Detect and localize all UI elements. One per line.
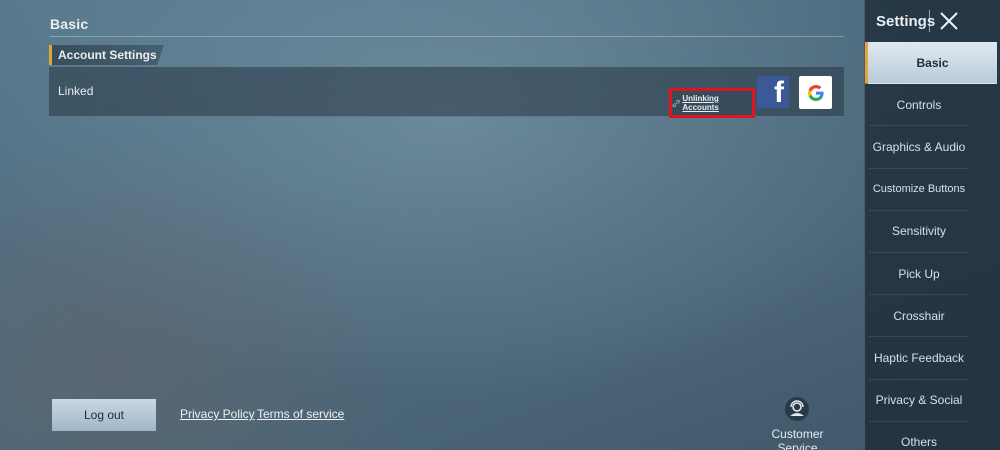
sidebar-nav: Basic Controls Graphics & Audio Customiz…	[865, 42, 1000, 450]
link-icon	[672, 99, 680, 107]
customer-service-label[interactable]: Customer Service	[750, 427, 845, 450]
google-icon[interactable]	[799, 76, 832, 109]
facebook-icon[interactable]: f	[757, 76, 789, 108]
sidebar-item-sensitivity[interactable]: Sensitivity	[869, 211, 969, 253]
sidebar-item-pick-up[interactable]: Pick Up	[869, 253, 969, 296]
privacy-policy-link[interactable]: Privacy Policy	[180, 407, 255, 421]
section-title: Basic	[50, 16, 89, 32]
sidebar-item-others[interactable]: Others	[869, 422, 969, 450]
sidebar-item-customize-buttons[interactable]: Customize Buttons	[869, 169, 969, 211]
close-icon[interactable]	[938, 10, 960, 32]
account-settings-header: Account Settings	[49, 45, 164, 65]
unlink-accounts-label: Unlinking Accounts	[682, 94, 719, 112]
settings-sidebar: Settings Basic Controls Graphics & Audio…	[864, 0, 1000, 450]
sidebar-item-privacy-social[interactable]: Privacy & Social	[869, 380, 969, 422]
sidebar-item-crosshair[interactable]: Crosshair	[869, 295, 969, 338]
section-divider	[50, 36, 844, 37]
sidebar-item-haptic-feedback[interactable]: Haptic Feedback	[869, 337, 969, 380]
logout-button[interactable]: Log out	[52, 399, 156, 431]
sidebar-item-basic[interactable]: Basic	[865, 42, 997, 85]
sidebar-item-graphics-audio[interactable]: Graphics & Audio	[869, 126, 969, 169]
sidebar-title: Settings	[876, 13, 936, 30]
sidebar-item-controls[interactable]: Controls	[869, 84, 969, 127]
facebook-glyph: f	[774, 76, 784, 109]
linked-label: Linked	[58, 84, 94, 98]
title-divider	[929, 10, 930, 32]
customer-service-icon[interactable]	[782, 396, 812, 422]
linked-accounts-row: Linked Unlinking Accounts f	[49, 67, 844, 118]
google-logo	[807, 84, 824, 101]
terms-of-service-link[interactable]: Terms of service	[257, 407, 344, 421]
unlink-accounts-button[interactable]: Unlinking Accounts	[669, 88, 755, 118]
